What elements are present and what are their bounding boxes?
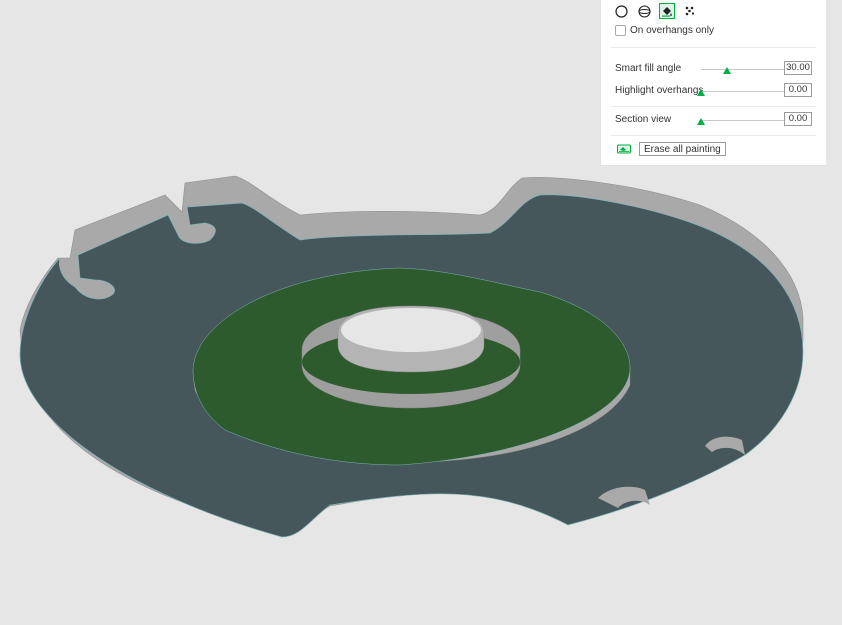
smart-fill-angle-row: Smart fill angle 30.00 bbox=[615, 61, 815, 76]
overhangs-only-label: On overhangs only bbox=[630, 25, 714, 36]
highlight-overhangs-slider[interactable] bbox=[701, 91, 789, 92]
erase-all-row: Erase all painting bbox=[617, 142, 726, 156]
smart-fill-angle-label: Smart fill angle bbox=[615, 63, 682, 74]
gap-fill-tool-icon bbox=[685, 6, 695, 16]
highlight-overhangs-input[interactable]: 0.00 bbox=[784, 83, 812, 97]
overhangs-only-option[interactable]: On overhangs only bbox=[615, 25, 714, 36]
section-view-label: Section view bbox=[615, 114, 672, 125]
highlight-overhangs-row: Highlight overhangs 0.00 bbox=[615, 83, 815, 98]
highlight-overhangs-slider-thumb[interactable] bbox=[697, 89, 705, 96]
smart-fill-angle-slider[interactable] bbox=[701, 69, 789, 70]
circle-tool-button[interactable] bbox=[613, 3, 629, 19]
center-hole-opening bbox=[341, 308, 481, 352]
smart-fill-angle-slider-thumb[interactable] bbox=[723, 67, 732, 74]
fill-tool-icon bbox=[662, 7, 672, 17]
sphere-tool-button[interactable] bbox=[636, 3, 652, 19]
section-view-slider[interactable] bbox=[701, 120, 789, 121]
section-view-slider-thumb[interactable] bbox=[697, 118, 705, 125]
gap-fill-tool-button[interactable] bbox=[682, 3, 698, 19]
sphere-tool-icon bbox=[637, 4, 651, 18]
tool-bar bbox=[613, 2, 698, 20]
fill-tool-button[interactable] bbox=[659, 3, 675, 19]
section-view-row: Section view 0.00 bbox=[615, 112, 815, 127]
circle-tool-icon bbox=[614, 4, 628, 18]
highlight-overhangs-label: Highlight overhangs bbox=[615, 85, 704, 96]
paint-tool-panel: On overhangs only Smart fill angle 30.00… bbox=[600, 0, 826, 166]
divider bbox=[611, 135, 816, 136]
section-view-input[interactable]: 0.00 bbox=[784, 112, 812, 126]
divider bbox=[611, 106, 816, 107]
smart-fill-angle-input[interactable]: 30.00 bbox=[784, 61, 812, 75]
eraser-icon bbox=[617, 144, 631, 154]
erase-all-painting-button[interactable]: Erase all painting bbox=[639, 142, 726, 156]
overhangs-only-checkbox[interactable] bbox=[615, 25, 626, 36]
divider bbox=[611, 47, 816, 48]
